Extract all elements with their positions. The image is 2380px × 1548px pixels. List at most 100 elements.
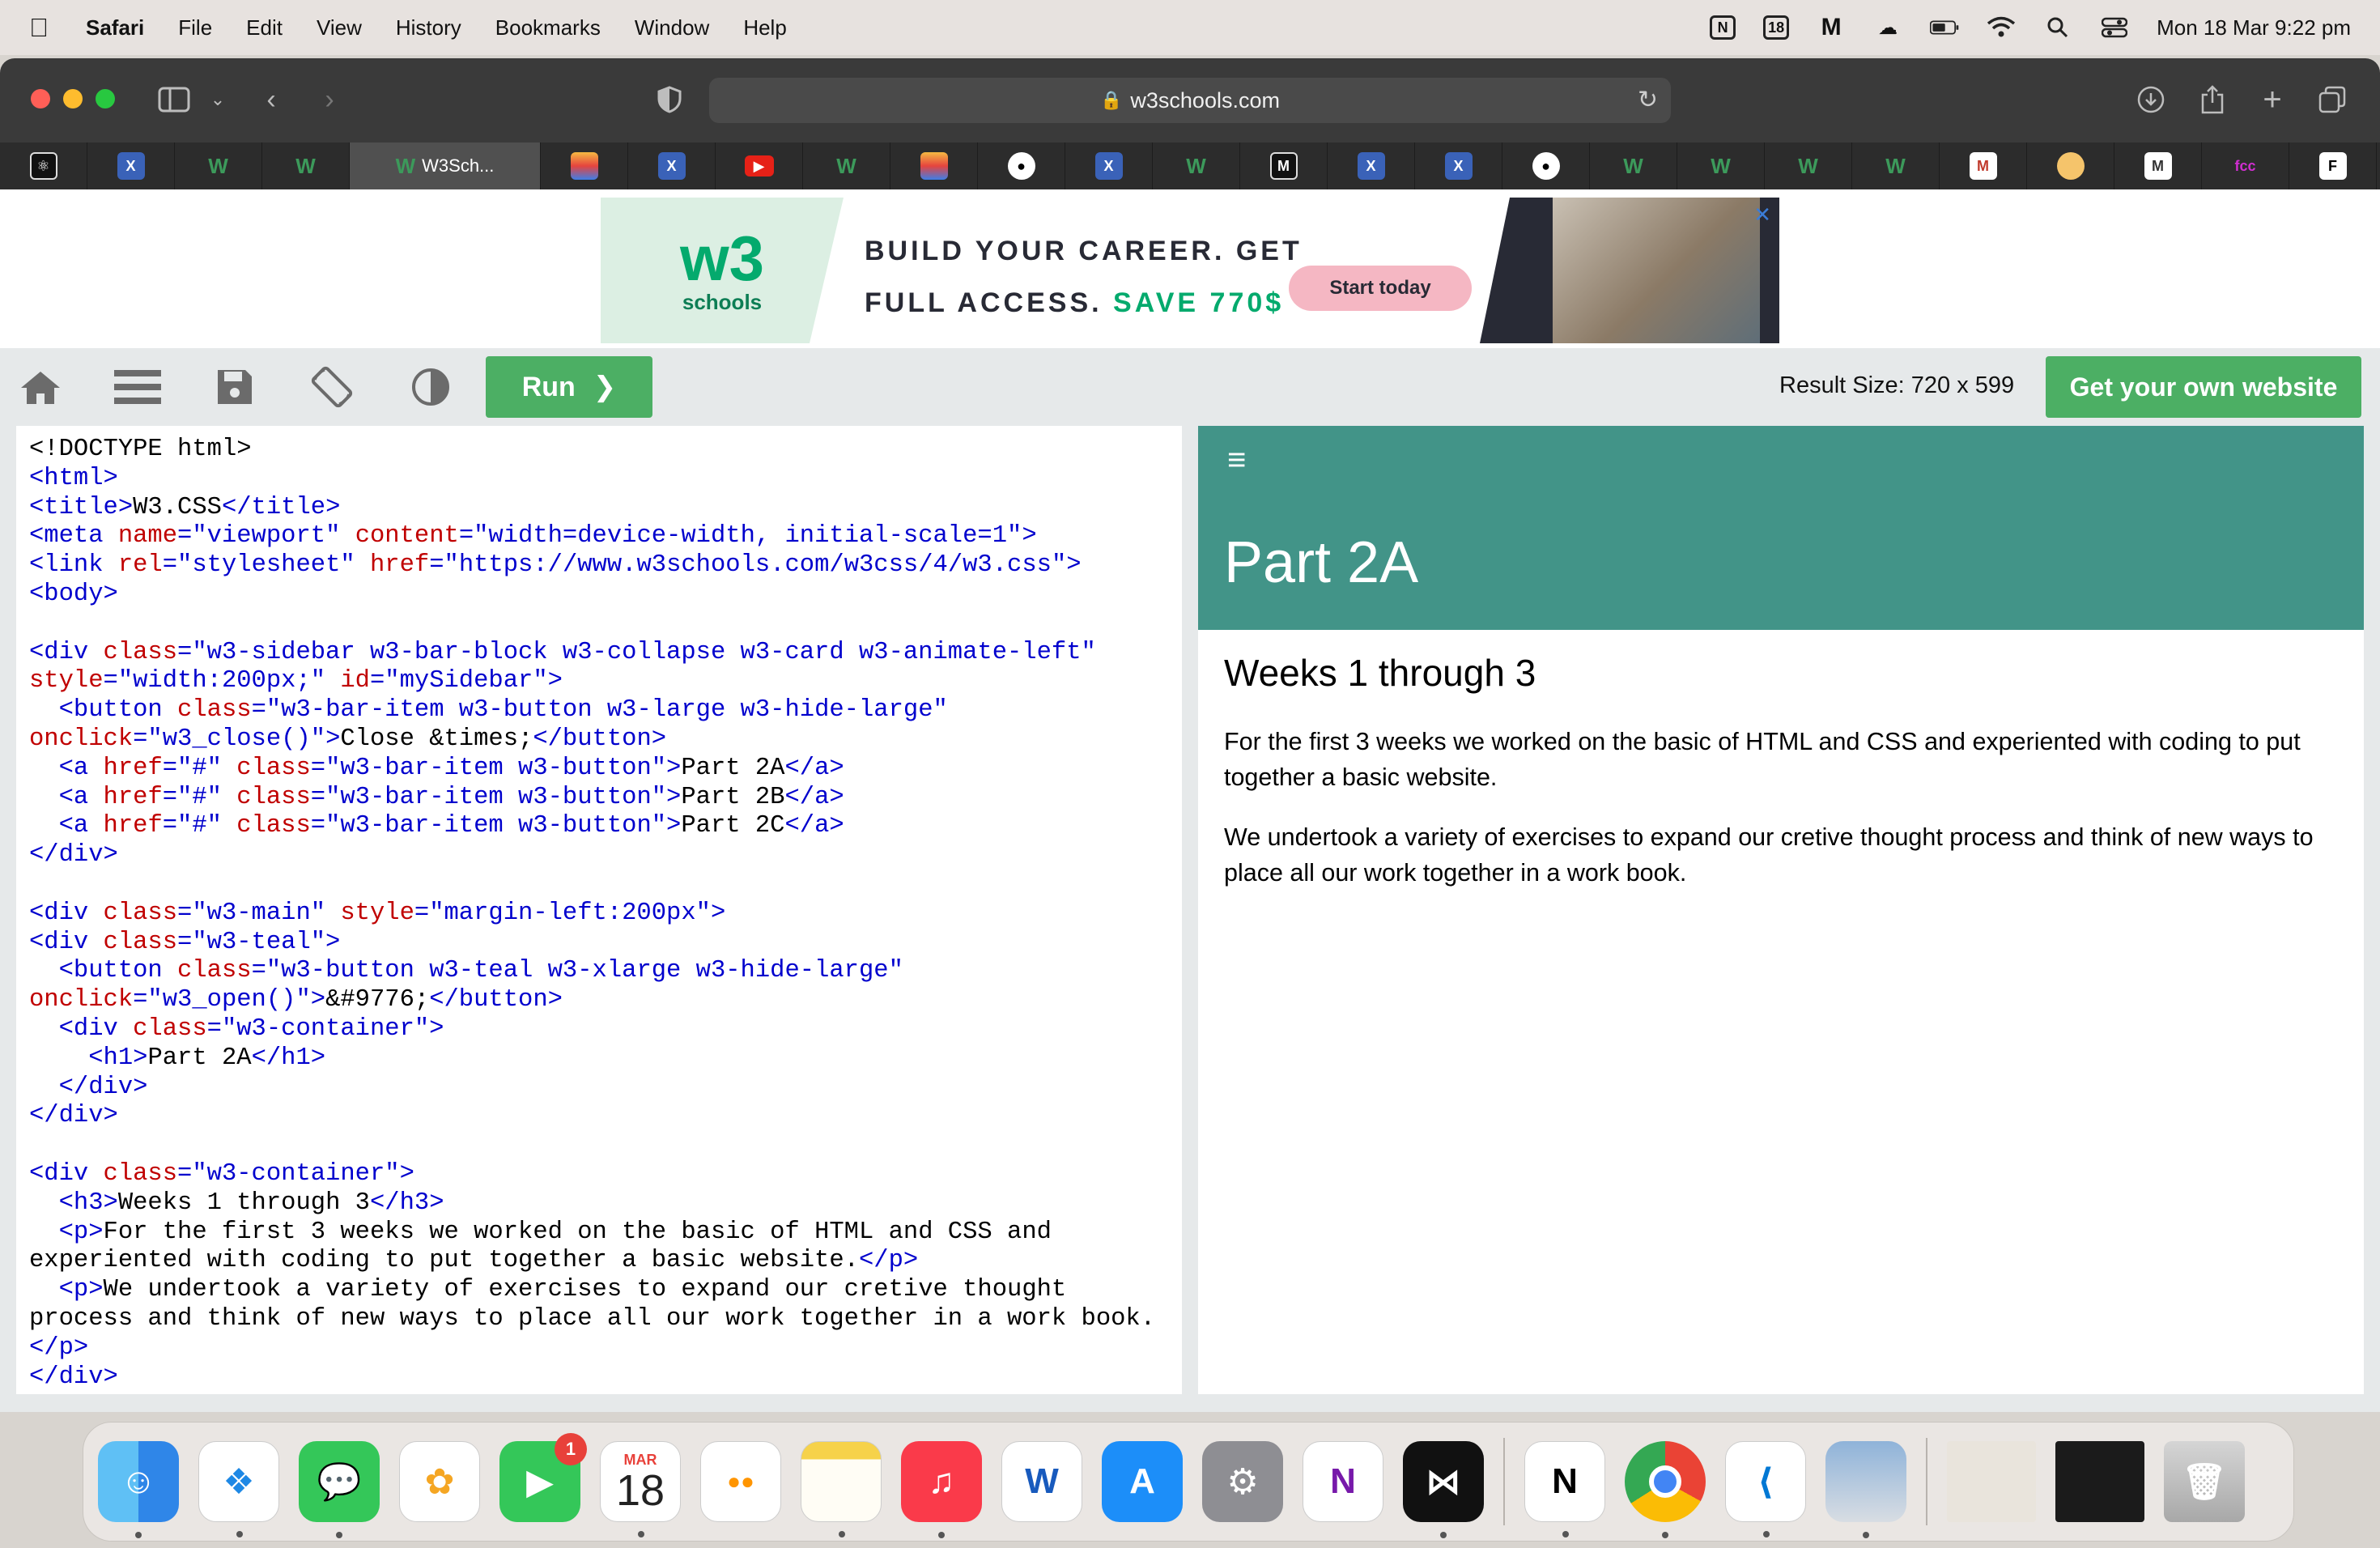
battery-icon[interactable] [1930,15,1959,40]
tab-active-w3schools[interactable]: W W3Sch... [350,142,541,189]
preview-icon[interactable] [1825,1441,1906,1538]
notion-icon[interactable]: N [1524,1441,1605,1537]
tab-w3-badge[interactable]: X [1328,142,1415,189]
finder-icon[interactable]: ☺ [98,1441,179,1538]
code-line[interactable]: onclick="w3_close()">Close &times;</butt… [29,725,1169,755]
tab-w3[interactable]: W [1153,142,1240,189]
code-line[interactable]: <a href="#" class="w3-bar-item w3-button… [29,784,1169,813]
code-line[interactable]: <button class="w3-bar-item w3-button w3-… [29,696,1169,725]
home-icon[interactable] [16,363,65,411]
code-line[interactable]: </div> [29,841,1169,870]
tab-w3-badge[interactable]: X [1065,142,1153,189]
code-line[interactable]: <p>We undertook a variety of exercises t… [29,1276,1169,1305]
code-line[interactable]: <html> [29,465,1169,494]
notes-icon[interactable] [801,1441,882,1537]
privacy-shield-icon[interactable] [646,76,693,123]
safari-icon[interactable]: ❖ [198,1441,279,1537]
tab-github[interactable]: ● [1502,142,1590,189]
tab-tidy[interactable] [2027,142,2114,189]
chevron-down-icon[interactable]: ⌄ [194,76,241,123]
music-icon[interactable]: ♫ [901,1441,982,1538]
close-window-button[interactable] [31,89,50,108]
tab-fcc[interactable]: fcc [2202,142,2289,189]
code-line[interactable]: <p>For the first 3 weeks we worked on th… [29,1218,1169,1248]
tab-w3[interactable]: W [1852,142,1940,189]
photos-icon[interactable]: ✿ [399,1441,480,1522]
share-icon[interactable] [2189,76,2236,123]
menu-bookmarks[interactable]: Bookmarks [495,15,601,40]
reminders-icon[interactable]: ●● [700,1441,781,1522]
calendar-status-icon[interactable]: 18 [1763,15,1790,40]
code-line[interactable]: <h1>Part 2A</h1> [29,1044,1169,1074]
get-your-own-website-button[interactable]: Get your own website [2046,356,2361,418]
save-icon[interactable] [210,363,259,411]
tidy-app-icon[interactable]: ⋈ [1403,1441,1484,1538]
code-line[interactable] [29,1131,1169,1160]
trash-icon[interactable]: 🗑 [2164,1441,2245,1522]
menu-help[interactable]: Help [743,15,786,40]
code-line[interactable]: <div class="w3-main" style="margin-left:… [29,899,1169,929]
messages-icon[interactable]: 💬 [299,1441,380,1538]
sidebar-toggle-icon[interactable] [151,76,198,123]
tab-w3-badge[interactable]: X [628,142,716,189]
theme-contrast-icon[interactable] [406,363,455,411]
tab-w3[interactable]: W [1590,142,1677,189]
recent-terminal-icon[interactable] [2055,1441,2144,1522]
code-line[interactable]: <a href="#" class="w3-bar-item w3-button… [29,812,1169,841]
code-line[interactable]: <title>W3.CSS</title> [29,494,1169,523]
app-store-icon[interactable]: A [1102,1441,1183,1522]
code-line[interactable]: </div> [29,1074,1169,1103]
tab-w3[interactable]: W [803,142,890,189]
tab-m[interactable]: M [1940,142,2027,189]
control-center-icon[interactable] [2100,15,2129,40]
clock[interactable]: Mon 18 Mar 9:22 pm [2157,15,2351,40]
tab-youtube[interactable]: ▶ [716,142,803,189]
run-button[interactable]: Run ❯ [486,356,652,418]
menu-view[interactable]: View [317,15,362,40]
tab-w3[interactable]: W [175,142,262,189]
back-icon[interactable]: ‹ [248,76,295,123]
word-icon[interactable]: W [1001,1441,1082,1522]
hamburger-menu-icon[interactable]: ≡ [1227,442,1246,478]
tab-w3-badge[interactable]: X [1415,142,1502,189]
code-line[interactable]: <meta name="viewport" content="width=dev… [29,522,1169,551]
facetime-icon[interactable]: ▶ 1 [499,1433,587,1522]
tab-w3-badge[interactable]: X [87,142,175,189]
ad-close-icon[interactable]: ✕ [1753,202,1771,228]
code-line[interactable]: <h3>Weeks 1 through 3</h3> [29,1189,1169,1218]
menu-file[interactable]: File [178,15,212,40]
menu-window[interactable]: Window [635,15,709,40]
recent-screenshot-icon[interactable] [1947,1441,2036,1522]
tab-overview-icon[interactable] [2309,76,2356,123]
code-line[interactable]: <!DOCTYPE html> [29,436,1169,465]
code-line[interactable]: <body> [29,580,1169,610]
wifi-icon[interactable] [1987,15,2016,40]
tab-w3[interactable]: W [1677,142,1765,189]
code-line[interactable]: <div class="w3-teal"> [29,929,1169,958]
code-line[interactable]: experiented with coding to put together … [29,1247,1169,1276]
menu-app-name[interactable]: Safari [86,15,144,40]
code-line[interactable]: process and think of new ways to place a… [29,1305,1169,1334]
code-line[interactable]: <div class="w3-container"> [29,1160,1169,1189]
code-line[interactable]: <button class="w3-button w3-teal w3-xlar… [29,957,1169,986]
tab-photos[interactable] [541,142,628,189]
ad-start-today-button[interactable]: Start today [1289,266,1472,311]
onenote-icon[interactable]: N [1303,1441,1383,1522]
code-line[interactable]: </div> [29,1102,1169,1131]
tab-miro[interactable]: M [1240,142,1328,189]
zoom-window-button[interactable] [96,89,115,108]
downloads-icon[interactable] [2127,76,2174,123]
chrome-icon[interactable] [1625,1441,1706,1538]
apple-menu-icon[interactable]:  [29,13,49,43]
code-line[interactable]: <a href="#" class="w3-bar-item w3-button… [29,755,1169,784]
code-line[interactable]: <div class="w3-container"> [29,1015,1169,1044]
menu-history[interactable]: History [396,15,461,40]
tab-f[interactable]: F [2289,142,2377,189]
code-line[interactable]: </div> [29,1363,1169,1393]
reload-icon[interactable]: ↻ [1638,86,1658,114]
code-editor[interactable]: <!DOCTYPE html> <html> <title>W3.CSS</titl… [16,426,1182,1394]
tab-photos[interactable] [890,142,978,189]
forward-icon[interactable]: › [306,76,353,123]
ad-banner[interactable]: w3 schools BUILD YOUR CAREER. GET FULL A… [601,198,1779,343]
minimize-window-button[interactable] [63,89,83,108]
